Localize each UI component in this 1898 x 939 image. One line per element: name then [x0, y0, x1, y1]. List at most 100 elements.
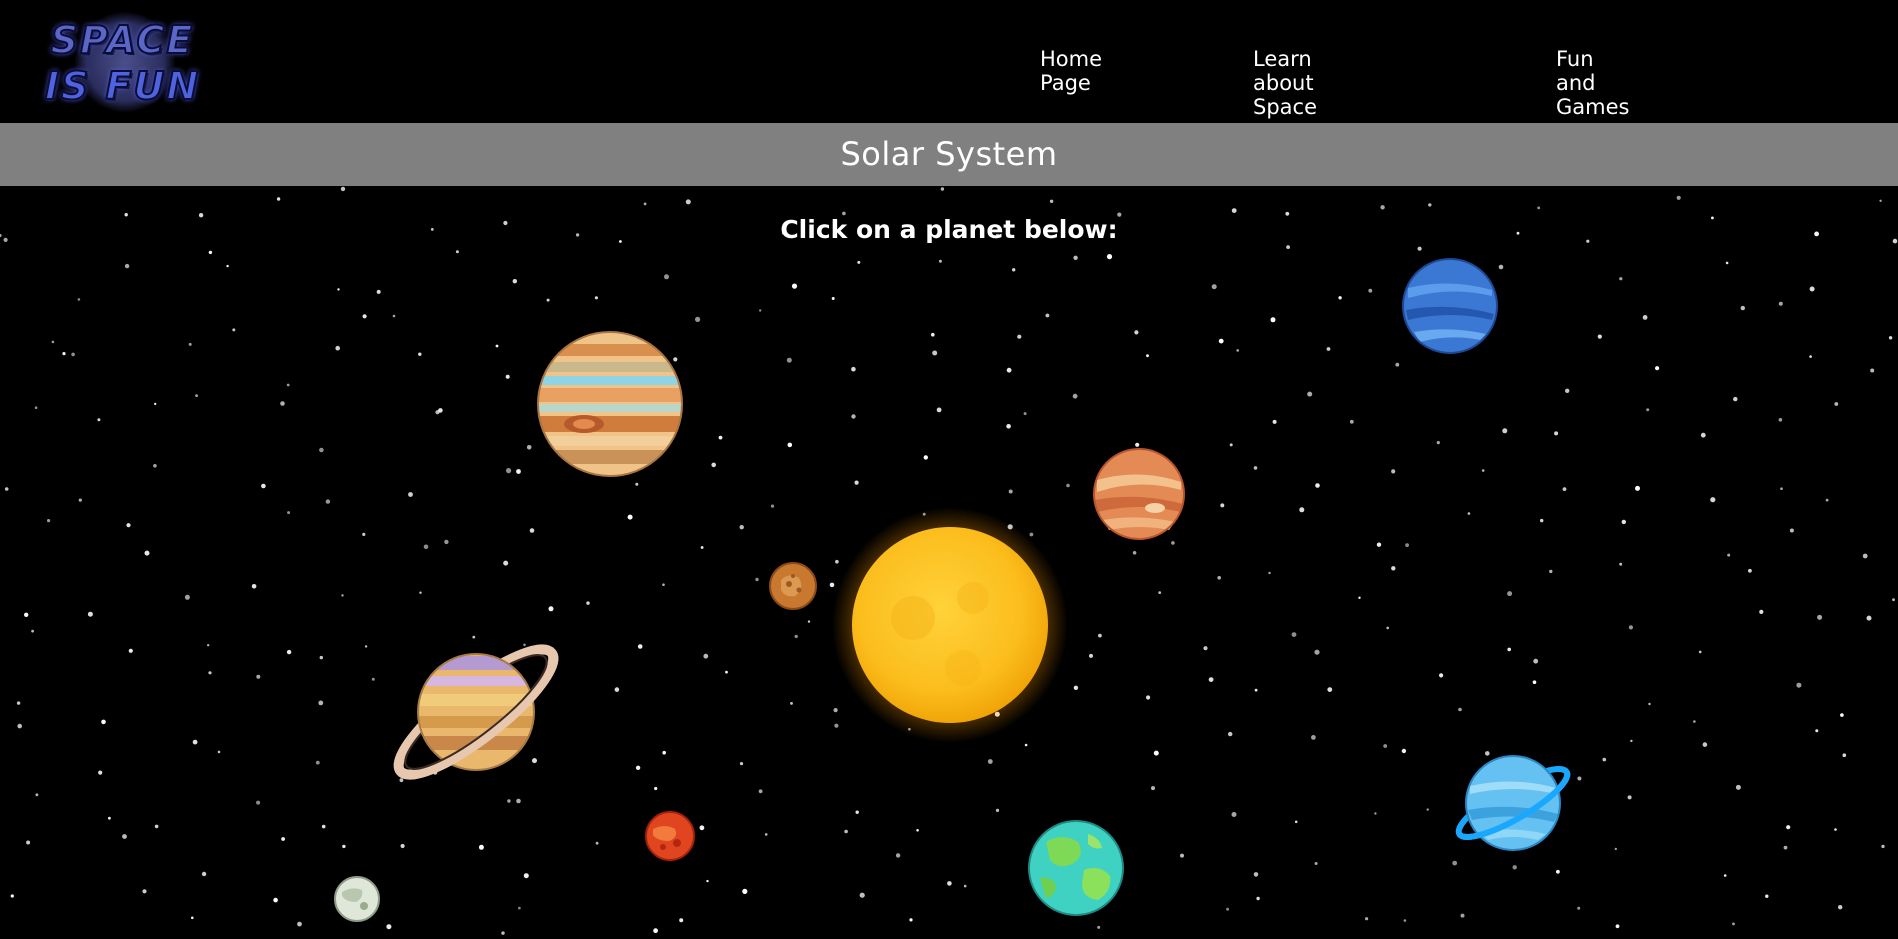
star [1778, 418, 1783, 422]
star [595, 841, 599, 845]
star [1693, 720, 1696, 723]
star [654, 786, 658, 791]
earth-button[interactable] [1028, 820, 1124, 916]
star [124, 263, 130, 269]
star [1072, 393, 1078, 399]
star [188, 342, 192, 346]
star [319, 447, 324, 453]
star [1646, 408, 1650, 412]
star [1732, 922, 1735, 926]
uranus-button[interactable] [1450, 740, 1576, 866]
star [1759, 609, 1764, 614]
star [1272, 419, 1277, 424]
sun-button[interactable] [832, 507, 1073, 748]
star [71, 352, 75, 357]
star [280, 401, 285, 406]
star [154, 824, 159, 829]
star [711, 462, 716, 468]
star [207, 644, 210, 647]
star [548, 606, 554, 612]
star [1825, 498, 1829, 502]
star [855, 810, 859, 814]
star [844, 829, 848, 834]
star [208, 671, 212, 675]
star [1253, 872, 1259, 877]
star [1725, 261, 1729, 265]
star [495, 344, 499, 348]
star [758, 789, 763, 794]
jupiter-button[interactable] [536, 330, 684, 478]
star [1401, 748, 1407, 754]
star [251, 584, 257, 589]
star [153, 464, 157, 468]
star [1778, 301, 1783, 306]
star [1428, 203, 1432, 207]
star [1231, 208, 1237, 213]
star [1842, 753, 1847, 757]
star [859, 892, 865, 898]
star [1326, 347, 1331, 351]
neptune-button[interactable] [1402, 258, 1498, 354]
star [1226, 907, 1229, 911]
star [1254, 688, 1258, 692]
star [739, 762, 744, 766]
star [1507, 591, 1513, 597]
venus-icon [1093, 448, 1185, 540]
star [851, 366, 856, 372]
star [1702, 742, 1708, 747]
instruction-text: Click on a planet below: [780, 215, 1118, 244]
star [518, 906, 521, 910]
star [1391, 469, 1396, 474]
star [1458, 707, 1462, 712]
star [276, 197, 281, 201]
star [1045, 313, 1050, 318]
star [1134, 330, 1139, 335]
star [341, 594, 344, 597]
star [273, 897, 278, 903]
star [1870, 368, 1875, 373]
star [679, 918, 684, 923]
star [101, 719, 106, 725]
site-logo[interactable]: SPACE IS FUN [30, 6, 215, 116]
mars-button[interactable] [645, 811, 695, 861]
star [51, 340, 55, 344]
star [1008, 489, 1013, 494]
star [256, 800, 261, 805]
sun-icon [832, 507, 1068, 743]
uranus-icon [1455, 755, 1571, 851]
star [1151, 786, 1155, 791]
star [1502, 428, 1508, 434]
star [1299, 507, 1305, 513]
star [362, 532, 366, 536]
star [627, 514, 633, 520]
star [794, 634, 798, 639]
star [831, 297, 835, 300]
star [1229, 443, 1233, 447]
mercury-button[interactable] [769, 562, 817, 610]
star [703, 653, 709, 659]
star [1203, 646, 1208, 651]
star [1817, 614, 1823, 620]
nav-learn-about-space[interactable]: Learn about Space [1253, 47, 1317, 119]
nav-home-page[interactable]: Home Page [1040, 47, 1102, 95]
star [318, 700, 324, 706]
star [790, 702, 793, 705]
star [742, 888, 748, 895]
star [1840, 713, 1844, 717]
saturn-button[interactable] [388, 632, 578, 792]
star [643, 202, 647, 206]
star [1268, 571, 1271, 575]
venus-button[interactable] [1093, 448, 1185, 540]
pluto-button[interactable] [334, 876, 380, 922]
star [501, 931, 505, 935]
star [1765, 894, 1769, 898]
star [1349, 419, 1354, 424]
solar-system-area: Click on a planet below: [0, 186, 1898, 939]
star [297, 921, 302, 927]
nav-fun-and-games[interactable]: Fun and Games [1556, 47, 1629, 119]
star [1097, 925, 1101, 929]
star [1368, 288, 1373, 293]
star [1307, 391, 1313, 397]
star [1146, 354, 1149, 358]
star [1294, 820, 1298, 824]
